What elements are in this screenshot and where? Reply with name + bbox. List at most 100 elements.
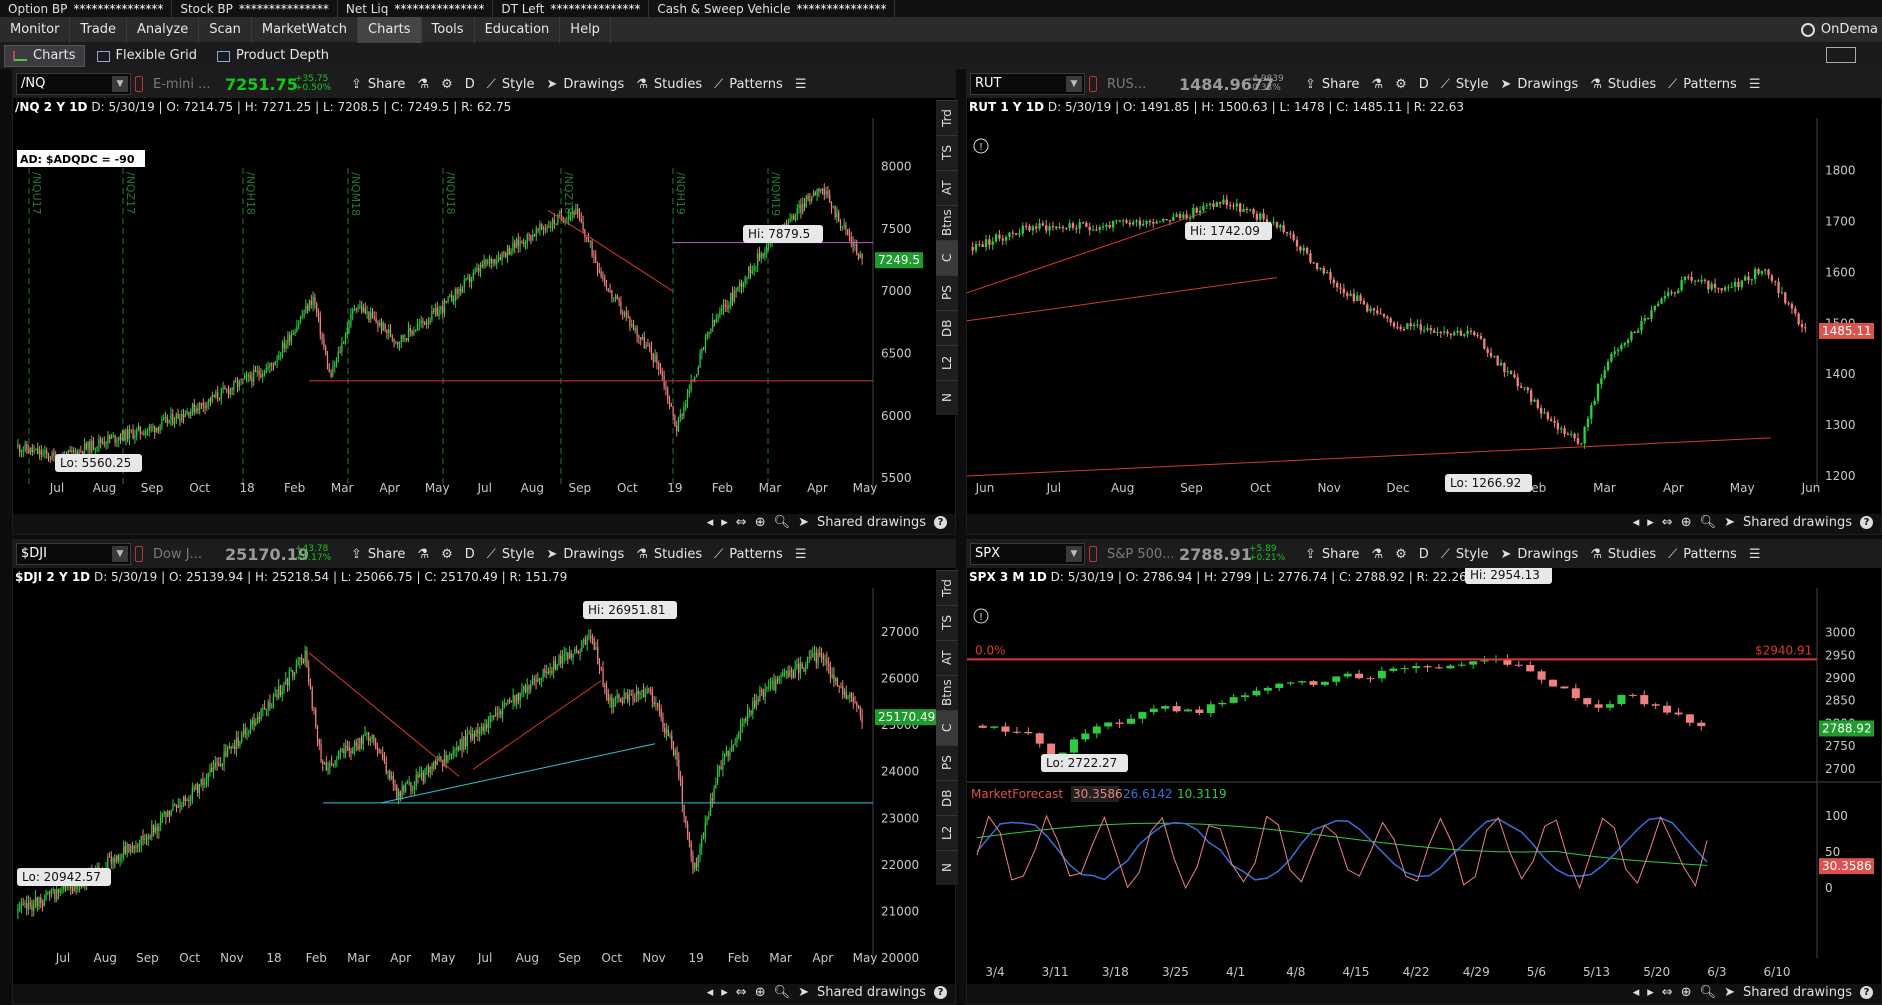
scroll-left-icon[interactable]: ◂	[707, 515, 714, 530]
drawings-button[interactable]: ➤ Drawings	[547, 547, 625, 562]
side-tab-l2[interactable]: L2	[936, 815, 958, 850]
crosshair-icon[interactable]: ⊕	[755, 985, 766, 1000]
side-tab-at[interactable]: AT	[936, 170, 958, 205]
price-chart[interactable]: !1800170016001500140013001200JunJulAugSe…	[967, 98, 1882, 516]
layout-grid-icon[interactable]	[1826, 47, 1856, 63]
aggregation-period[interactable]: D	[1419, 547, 1429, 562]
scroll-right-icon[interactable]: ▸	[721, 515, 728, 530]
settings-button[interactable]: ⚙	[441, 77, 453, 92]
cursor-icon[interactable]: ➤	[1724, 515, 1735, 530]
nav-trade[interactable]: Trade	[70, 16, 128, 43]
side-tab-ps[interactable]: PS	[936, 275, 958, 310]
menu-button[interactable]: ☰	[1749, 77, 1761, 92]
patterns-button[interactable]: ⟋ Patterns	[714, 547, 783, 562]
nav-tools[interactable]: Tools	[422, 16, 475, 43]
link-icon[interactable]	[135, 546, 143, 562]
side-tab-at[interactable]: AT	[936, 640, 958, 675]
subtab-product-depth[interactable]: Product Depth	[209, 45, 337, 67]
nav-charts[interactable]: Charts	[358, 16, 422, 43]
nav-scan[interactable]: Scan	[199, 16, 252, 43]
side-tab-db[interactable]: DB	[936, 780, 958, 815]
cursor-icon[interactable]: ➤	[798, 515, 809, 530]
settings-button[interactable]: ⚙	[1395, 77, 1407, 92]
link-icon[interactable]	[1089, 76, 1097, 92]
menu-button[interactable]: ☰	[795, 547, 807, 562]
settings-button[interactable]: ⚙	[441, 547, 453, 562]
side-tab-ts[interactable]: TS	[936, 605, 958, 640]
symbol-input[interactable]: $DJI ▼	[16, 543, 131, 565]
shared-drawings-label[interactable]: Shared drawings	[817, 985, 926, 1000]
patterns-button[interactable]: ⟋ Patterns	[714, 77, 783, 92]
side-tab-c[interactable]: C	[936, 710, 958, 745]
expand-icon[interactable]: ⇔	[1662, 515, 1673, 530]
share-button[interactable]: ⇪ Share	[351, 547, 405, 562]
link-icon[interactable]	[1089, 546, 1097, 562]
crosshair-icon[interactable]: ⊕	[1681, 985, 1692, 1000]
side-tab-ts[interactable]: TS	[936, 135, 958, 170]
studies-button[interactable]: ⚗ Studies	[1590, 77, 1656, 92]
shared-drawings-label[interactable]: Shared drawings	[817, 515, 926, 530]
scroll-right-icon[interactable]: ▸	[1647, 515, 1654, 530]
aggregation-period[interactable]: D	[1419, 77, 1429, 92]
shared-drawings-label[interactable]: Shared drawings	[1743, 985, 1852, 1000]
cursor-icon[interactable]: ➤	[798, 985, 809, 1000]
expand-icon[interactable]: ⇔	[1662, 985, 1673, 1000]
price-chart[interactable]: 2700026000250002400023000220002100020000…	[13, 568, 956, 986]
patterns-button[interactable]: ⟋ Patterns	[1668, 77, 1737, 92]
scroll-left-icon[interactable]: ◂	[1633, 985, 1640, 1000]
menu-button[interactable]: ☰	[1749, 547, 1761, 562]
link-icon[interactable]	[135, 76, 143, 92]
expand-icon[interactable]: ⇔	[736, 985, 747, 1000]
price-chart[interactable]: AD: $ADQDC = -90/NQU17/NQZ17/NQH18/NQM18…	[13, 98, 956, 516]
symbol-input[interactable]: RUT ▼	[970, 73, 1085, 95]
drawings-button[interactable]: ➤ Drawings	[1501, 547, 1579, 562]
style-button[interactable]: ⟋ Style	[1441, 77, 1489, 92]
chevron-down-icon[interactable]: ▼	[112, 76, 128, 92]
scroll-left-icon[interactable]: ◂	[707, 985, 714, 1000]
zoom-icon[interactable]: 🔍︎	[1700, 515, 1717, 530]
studies-button[interactable]: ⚗ Studies	[636, 547, 702, 562]
nav-analyze[interactable]: Analyze	[127, 16, 200, 43]
share-button[interactable]: ⇪ Share	[1305, 77, 1359, 92]
aggregation-period[interactable]: D	[465, 547, 475, 562]
share-button[interactable]: ⇪ Share	[351, 77, 405, 92]
drawings-button[interactable]: ➤ Drawings	[547, 77, 625, 92]
symbol-input[interactable]: /NQ ▼	[16, 73, 131, 95]
subtab-flexible-grid[interactable]: Flexible Grid	[89, 45, 205, 67]
nav-monitor[interactable]: Monitor	[0, 16, 71, 43]
flask-button[interactable]: ⚗	[1371, 547, 1383, 562]
flask-button[interactable]: ⚗	[417, 77, 429, 92]
side-tab-ps[interactable]: PS	[936, 745, 958, 780]
side-tab-trd[interactable]: Trd	[936, 570, 958, 605]
style-button[interactable]: ⟋ Style	[487, 77, 535, 92]
patterns-button[interactable]: ⟋ Patterns	[1668, 547, 1737, 562]
side-tab-n[interactable]: N	[936, 380, 958, 415]
nav-education[interactable]: Education	[475, 16, 561, 43]
menu-button[interactable]: ☰	[795, 77, 807, 92]
side-tab-btns[interactable]: Btns	[936, 675, 958, 710]
chevron-down-icon[interactable]: ▼	[112, 546, 128, 562]
nav-marketwatch[interactable]: MarketWatch	[252, 16, 359, 43]
cursor-icon[interactable]: ➤	[1724, 985, 1735, 1000]
nav-help[interactable]: Help	[560, 16, 611, 43]
side-tab-btns[interactable]: Btns	[936, 205, 958, 240]
crosshair-icon[interactable]: ⊕	[755, 515, 766, 530]
scroll-left-icon[interactable]: ◂	[1633, 515, 1640, 530]
shared-drawings-label[interactable]: Shared drawings	[1743, 515, 1852, 530]
help-icon[interactable]: ?	[934, 986, 947, 999]
style-button[interactable]: ⟋ Style	[487, 547, 535, 562]
studies-button[interactable]: ⚗ Studies	[636, 77, 702, 92]
share-button[interactable]: ⇪ Share	[1305, 547, 1359, 562]
chevron-down-icon[interactable]: ▼	[1066, 76, 1082, 92]
help-icon[interactable]: ?	[934, 516, 947, 529]
help-icon[interactable]: ?	[1860, 986, 1873, 999]
side-tab-trd[interactable]: Trd	[936, 100, 958, 135]
style-button[interactable]: ⟋ Style	[1441, 547, 1489, 562]
flask-button[interactable]: ⚗	[1371, 77, 1383, 92]
settings-button[interactable]: ⚙	[1395, 547, 1407, 562]
zoom-icon[interactable]: 🔍︎	[774, 985, 791, 1000]
price-chart[interactable]: !0.0%$2940.91300029502900285028002750270…	[967, 568, 1882, 986]
ondemand-button[interactable]: OnDema	[1797, 17, 1882, 43]
chevron-down-icon[interactable]: ▼	[1066, 546, 1082, 562]
zoom-icon[interactable]: 🔍︎	[774, 515, 791, 530]
